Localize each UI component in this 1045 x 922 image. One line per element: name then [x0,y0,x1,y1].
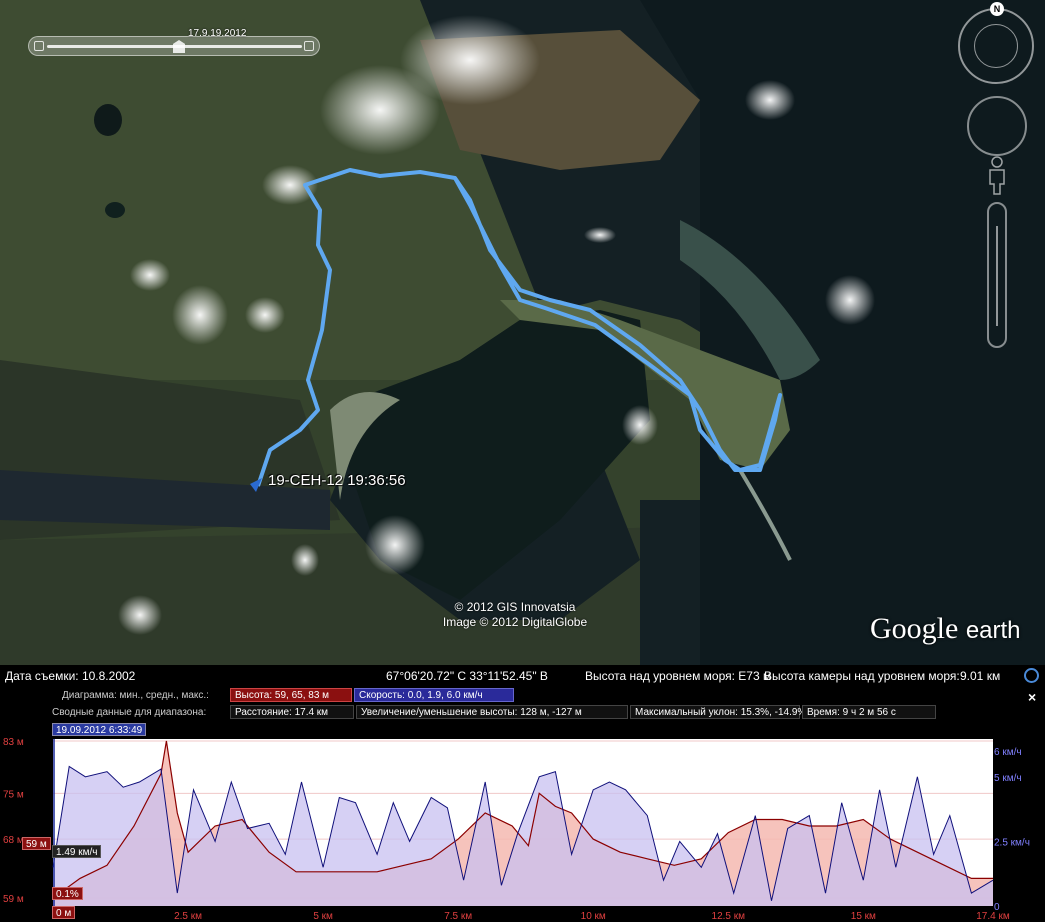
cursor-time: 19.09.2012 6:33:49 [52,723,147,736]
cursor-altitude: 59 м [22,837,51,850]
zoom-track[interactable] [996,226,998,326]
x-tick-label: 17.4 км [976,911,1010,922]
altitude-series-toggle[interactable]: Высота: 59, 65, 83 м [230,688,352,702]
time-slider-thumb[interactable] [173,40,185,53]
cursor-speed: 1.49 км/ч [52,845,102,858]
x-tick-label: 2.5 км [174,911,202,922]
elevation-profile-panel: Диаграмма: мин., средн., макс.: Высота: … [0,687,1045,922]
look-joystick[interactable] [967,96,1027,156]
x-tick-label: 7.5 км [444,911,472,922]
y-left-tick-label: 75 м [3,789,24,800]
copyright-line: © 2012 GIS Innovatsia [454,600,576,614]
y-left-tick-label: 59 м [3,894,24,905]
elevation-gain-value: Увеличение/уменьшение высоты: 128 м, -12… [356,705,628,719]
street-view-pegman-icon[interactable] [986,156,1008,196]
status-bar: Дата съемки: 10.8.2002 67°06'20.72" С 33… [0,665,1045,687]
y-left-tick-label: 68 м [3,835,24,846]
cursor-distance: 0 м [52,906,76,919]
elevation-speed-chart[interactable]: 83 м75 м68 м59 м6 км/ч5 км/ч2.5 км/ч02.5… [0,723,1045,922]
speed-series-toggle[interactable]: Скорость: 0.0, 1.9, 6.0 км/ч [354,688,514,702]
close-icon[interactable]: × [1028,689,1036,705]
compass-inner[interactable] [974,24,1018,68]
distance-value: Расстояние: 17.4 км [230,705,354,719]
north-icon[interactable]: N [990,2,1004,16]
x-tick-label: 5 км [313,911,333,922]
time-slider-right-button[interactable] [304,41,314,51]
time-value: Время: 9 ч 2 м 56 с [802,705,936,719]
logo-main: Google [870,612,959,645]
x-tick-label: 15 км [851,911,876,922]
chart-summary-label: Диаграмма: мин., средн., макс.: [62,690,209,701]
y-left-tick-label: 83 м [3,737,24,748]
imagery-date: Дата съемки: 10.8.2002 [5,669,136,683]
camera-altitude-label: Высота камеры над уровнем моря: [764,669,960,683]
elevation: Высота над уровнем моря: Е73 м [585,669,772,683]
y-right-tick-label: 2.5 км/ч [994,837,1030,848]
y-right-tick-label: 6 км/ч [994,747,1022,758]
copyright-line: Image © 2012 DigitalGlobe [442,615,588,629]
range-summary-label: Сводные данные для диапазона: [52,707,207,718]
y-right-tick-label: 5 км/ч [994,773,1022,784]
time-slider[interactable] [28,36,320,56]
time-slider-label: 17.9.19.2012 [188,28,247,39]
logo-sub: earth [965,617,1021,644]
max-slope-value: Максимальный уклон: 15.3%, -14.9% [630,705,806,719]
streaming-indicator-icon [1024,668,1039,683]
x-tick-label: 10 км [581,911,606,922]
map-view[interactable]: 17.9.19.2012 N 19-СЕН-12 19:36:56 © 2012… [0,0,1045,665]
x-tick-label: 12.5 км [712,911,746,922]
zoom-slider[interactable] [987,202,1007,348]
navigation-controls: N [950,0,1045,360]
cursor-slope: 0.1% [52,887,83,900]
time-slider-left-button[interactable] [34,41,44,51]
satellite-imagery [0,0,1045,665]
track-time-label: 19-СЕН-12 19:36:56 [268,472,406,489]
compass-ring[interactable]: N [958,2,1034,84]
camera-altitude-value: 9.01 км [960,669,1001,683]
google-earth-logo: Google earth [870,612,1021,646]
coordinates: 67°06'20.72" С 33°11'52.45" В [386,669,548,683]
copyright: © 2012 GIS Innovatsia Image © 2012 Digit… [440,600,590,630]
